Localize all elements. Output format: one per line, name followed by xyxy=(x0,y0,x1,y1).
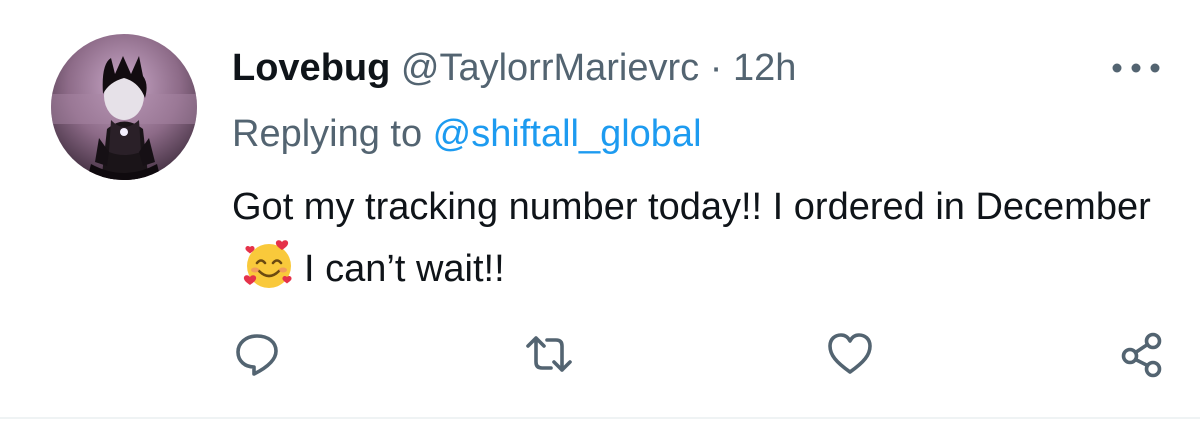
author-name[interactable]: Lovebug xyxy=(232,47,390,89)
retweet-icon xyxy=(526,336,572,372)
replying-to-mention[interactable]: @shiftall_global xyxy=(433,113,702,155)
heart-icon xyxy=(828,333,872,374)
more-horizontal-icon xyxy=(1112,63,1160,73)
like-button[interactable] xyxy=(826,330,874,378)
divider xyxy=(0,417,1200,419)
avatar[interactable] xyxy=(51,34,197,180)
timestamp[interactable]: 12h xyxy=(733,47,796,89)
tweet-text-part2: I can’t wait!! xyxy=(304,248,505,290)
replying-to-line: Replying to @shiftall_global xyxy=(232,108,702,160)
tweet-header: Lovebug @TaylorrMarievrc · 12h xyxy=(232,40,796,96)
retweet-button[interactable] xyxy=(525,330,573,378)
tweet-card[interactable]: Lovebug @TaylorrMarievrc · 12h Replying … xyxy=(0,0,1200,425)
share-button[interactable] xyxy=(1118,330,1166,378)
smiling-face-with-hearts-icon xyxy=(242,239,296,293)
separator-dot: · xyxy=(699,47,733,89)
reply-button[interactable] xyxy=(233,330,281,378)
more-options-button[interactable] xyxy=(1108,50,1168,86)
share-icon xyxy=(1121,332,1162,378)
author-handle[interactable]: @TaylorrMarievrc xyxy=(401,47,699,89)
tweet-text-part1: Got my tracking number today!! I ordered… xyxy=(232,186,1151,228)
replying-to-label: Replying to xyxy=(232,113,433,155)
tweet-actions xyxy=(0,330,1200,378)
tweet-text: Got my tracking number today!! I ordered… xyxy=(232,176,1152,300)
reply-icon xyxy=(236,334,278,376)
